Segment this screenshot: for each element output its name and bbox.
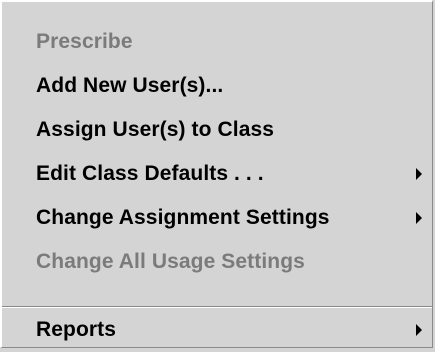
- menu-item-change-assignment-settings[interactable]: Change Assignment Settings: [2, 196, 432, 240]
- menu-item-edit-class-defaults[interactable]: Edit Class Defaults . . .: [2, 152, 432, 196]
- menu-item-label: Assign User(s) to Class: [36, 118, 275, 141]
- menu-item-prescribe: Prescribe: [2, 20, 432, 64]
- menu-item-label: Change All Usage Settings: [36, 250, 305, 273]
- menu-item-label: Add New User(s)...: [36, 74, 224, 97]
- menu-item-label: Change Assignment Settings: [36, 206, 330, 229]
- submenu-arrow-icon: [416, 168, 422, 180]
- submenu-arrow-icon: [416, 324, 422, 336]
- menu-item-change-all-usage-settings: Change All Usage Settings: [2, 240, 432, 284]
- menu-item-add-new-users[interactable]: Add New User(s)...: [2, 64, 432, 108]
- menu-item-assign-users-to-class[interactable]: Assign User(s) to Class: [2, 108, 432, 152]
- menu-item-label: Edit Class Defaults . . .: [36, 162, 264, 185]
- menu-item-label: Reports: [36, 318, 117, 341]
- submenu-arrow-icon: [416, 212, 422, 224]
- menu-item-reports[interactable]: Reports: [2, 308, 432, 352]
- menu-item-label: Prescribe: [36, 30, 133, 53]
- context-menu: Prescribe Add New User(s)... Assign User…: [0, 0, 433, 348]
